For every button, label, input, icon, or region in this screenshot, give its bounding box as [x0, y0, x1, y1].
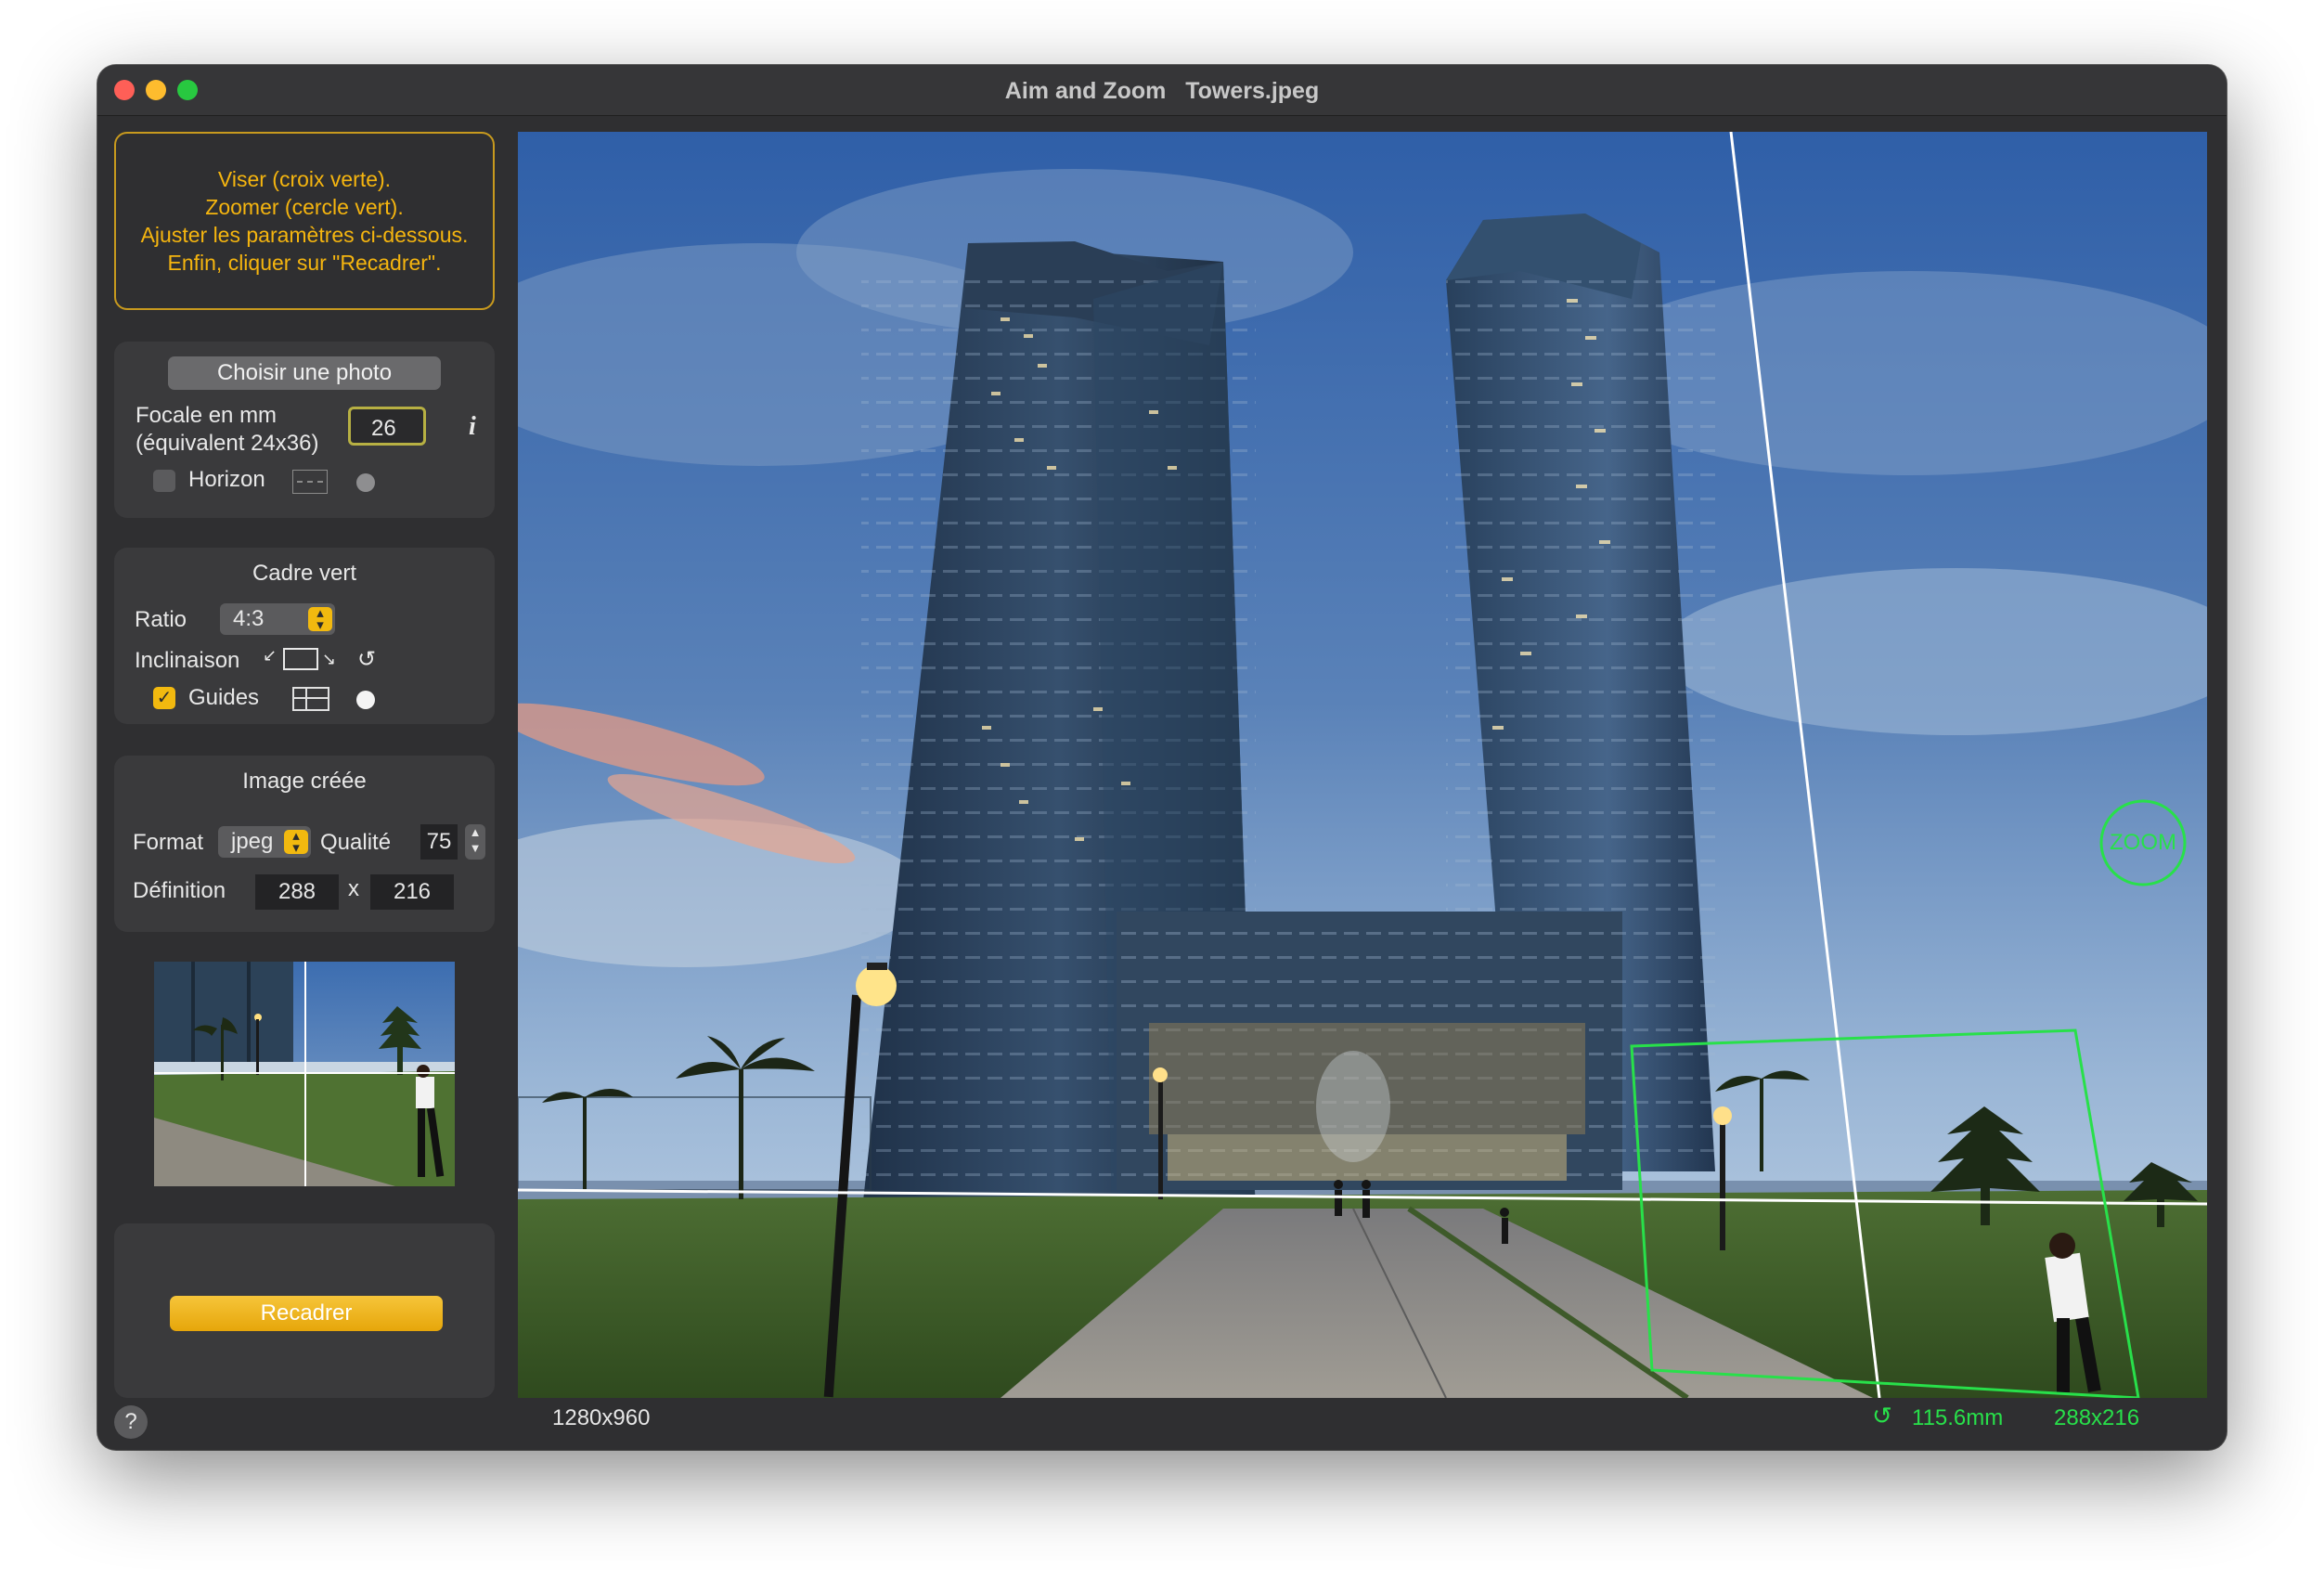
output-panel-title: Image créée — [242, 769, 367, 794]
image-size-label: 1280x960 — [552, 1405, 651, 1430]
height-input[interactable]: 216 — [370, 874, 454, 910]
crop-size-label: 288x216 — [2054, 1405, 2140, 1430]
times-label: x — [348, 876, 359, 901]
instruction-line: Enfin, cliquer sur "Recadrer". — [167, 251, 442, 275]
horizon-color-dot[interactable] — [356, 473, 375, 492]
guides-checkbox[interactable]: ✓ — [153, 687, 175, 709]
instruction-line: Viser (croix verte). — [217, 167, 392, 191]
instruction-line: Zoomer (cercle vert). — [205, 195, 404, 219]
focal-input[interactable]: 26 — [348, 407, 426, 446]
chevron-updown-icon: ▴ ▾ — [284, 829, 308, 855]
horizon-checkbox[interactable] — [153, 470, 175, 492]
definition-label: Définition — [133, 878, 226, 903]
format-label: Format — [133, 830, 204, 855]
frame-rect-icon — [283, 648, 318, 670]
recadrer-button[interactable]: Recadrer — [170, 1296, 443, 1331]
format-select[interactable]: jpeg ▴ ▾ — [218, 826, 311, 858]
help-button[interactable]: ? — [114, 1405, 148, 1439]
ratio-select[interactable]: 4:3 ▴ ▾ — [220, 603, 335, 635]
quality-input[interactable]: 75 — [420, 824, 458, 860]
output-settings-panel: Image créée Format jpeg ▴ ▾ Qualité 75 ▲ ▼… — [114, 756, 495, 932]
photo-canvas[interactable] — [518, 132, 2207, 1398]
title-bar[interactable]: Aim and Zoom Towers.jpeg — [97, 65, 2227, 116]
choose-photo-button[interactable]: Choisir une photo — [168, 356, 441, 390]
instruction-line: Ajuster les paramètres ci-dessous. — [140, 223, 469, 247]
photo-settings-panel: Choisir une photo Focale en mm (équivale… — [114, 342, 495, 518]
action-panel: Recadrer — [114, 1223, 495, 1398]
ratio-label: Ratio — [135, 607, 187, 632]
rotate-icon: ↺ — [1872, 1402, 1892, 1429]
width-input[interactable]: 288 — [255, 874, 339, 910]
photo-viewer[interactable]: ZOOM — [518, 132, 2207, 1398]
zoom-circle-label[interactable]: ZOOM — [2101, 830, 2185, 856]
focal-label: Focale en mm — [136, 403, 278, 428]
frame-panel-title: Cadre vert — [252, 561, 357, 586]
preview-image — [154, 962, 455, 1186]
guides-label: Guides — [188, 685, 260, 710]
tilt-control[interactable]: ↙ ↘ — [263, 646, 337, 672]
tilt-label: Inclinaison — [135, 648, 240, 673]
reset-rotation-icon[interactable]: ↺ — [357, 646, 376, 673]
info-icon[interactable]: i — [469, 412, 476, 442]
chevron-updown-icon: ▴ ▾ — [308, 606, 332, 632]
quality-label: Qualité — [320, 830, 392, 855]
frame-settings-panel: Cadre vert Ratio 4:3 ▴ ▾ Inclinaison ↙ ↘ … — [114, 548, 495, 724]
focal-sublabel: (équivalent 24x36) — [136, 431, 319, 456]
app-window: Aim and Zoom Towers.jpeg Viser (croix ve… — [97, 65, 2227, 1450]
horizon-label: Horizon — [188, 467, 265, 492]
arrow-down-right-icon: ↘ — [322, 650, 337, 668]
format-value: jpeg — [231, 829, 274, 854]
instructions-box: Viser (croix verte). Zoomer (cercle vert… — [114, 132, 495, 310]
focal-equivalent-label: 115.6mm — [1912, 1405, 2004, 1430]
horizon-line-icon[interactable] — [292, 470, 328, 494]
grid-guides-icon[interactable] — [292, 687, 329, 711]
crop-preview — [154, 962, 455, 1186]
ratio-value: 4:3 — [233, 606, 265, 631]
guides-color-dot[interactable] — [356, 691, 375, 709]
window-title: Aim and Zoom Towers.jpeg — [1004, 78, 1320, 104]
arrow-down-left-icon: ↙ — [263, 646, 278, 665]
quality-stepper[interactable]: ▲ ▼ — [465, 824, 485, 860]
